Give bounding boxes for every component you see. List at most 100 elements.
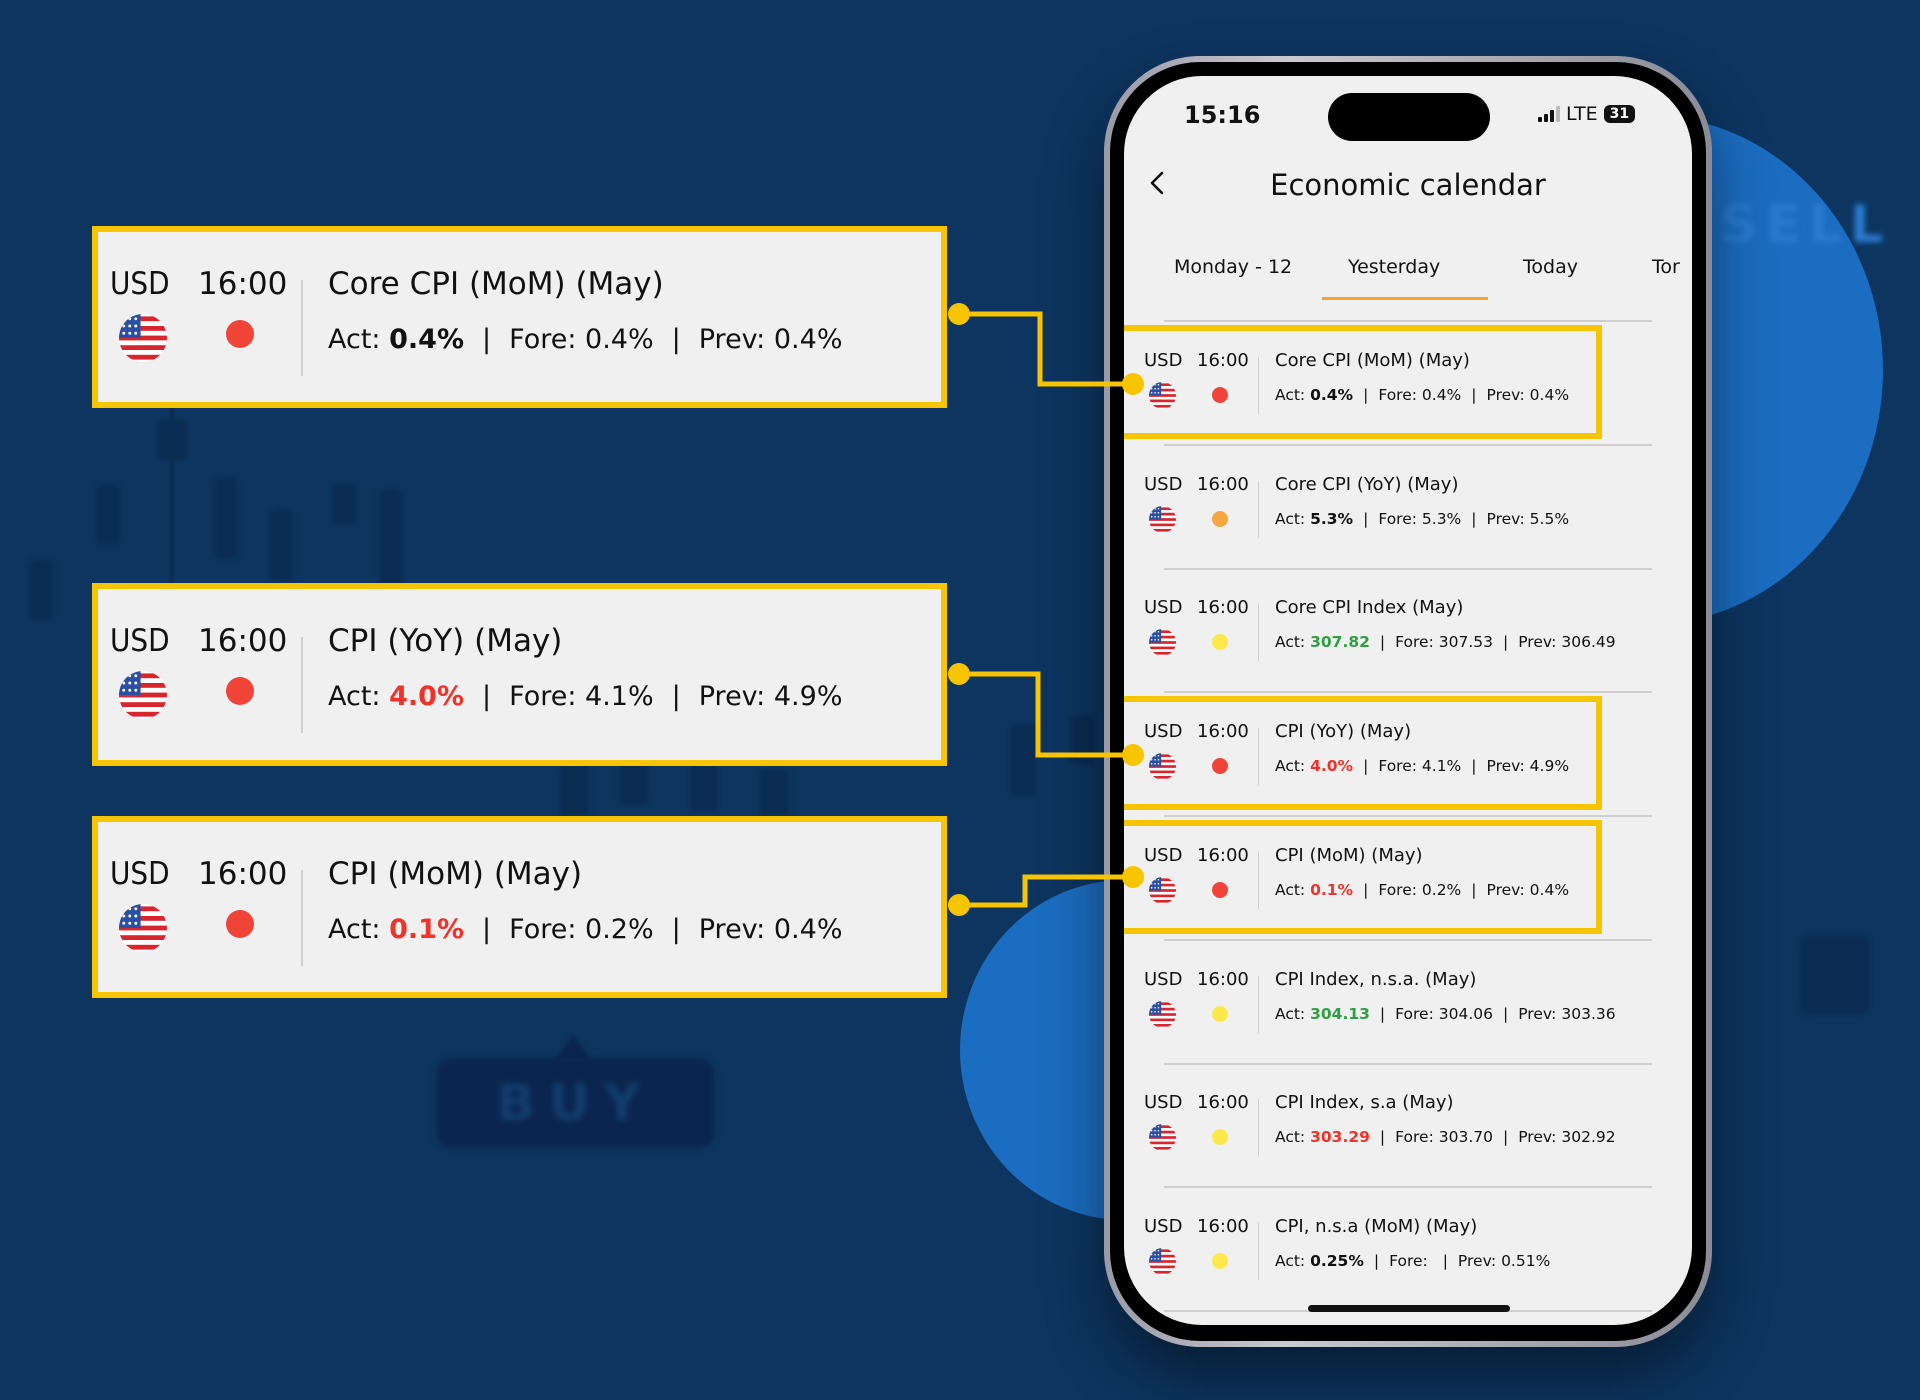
prev-value: 0.4% <box>773 914 843 945</box>
divider: | <box>1363 509 1369 528</box>
active-tab-indicator <box>1322 297 1488 300</box>
event-name: CPI (YoY) (May) <box>1275 721 1412 743</box>
divider <box>301 280 303 376</box>
divider: | <box>1502 633 1509 652</box>
divider <box>1258 975 1259 1033</box>
bg-candle <box>1070 715 1095 765</box>
fore-value: 5.3% <box>1421 509 1462 528</box>
prev-value: 4.9% <box>773 681 843 712</box>
bg-candle <box>760 770 788 815</box>
currency-label: USD <box>1144 350 1183 371</box>
us-flag-icon <box>1149 1124 1176 1152</box>
divider: | <box>1379 1004 1386 1023</box>
dynamic-island <box>1328 93 1490 141</box>
time-label: 16:00 <box>1197 473 1249 495</box>
connector-dot <box>948 303 970 325</box>
currency-label: USD <box>1144 721 1183 743</box>
fore-label: Fore: <box>1395 1128 1434 1147</box>
divider: | <box>1471 880 1477 899</box>
divider: | <box>1363 757 1369 776</box>
prev-label: Prev: <box>698 324 766 355</box>
tab-monday-12[interactable]: Monday - 12 <box>1174 256 1292 278</box>
event-values: Act: 5.3% | Fore: 5.3% | Prev: 5.5% <box>1275 510 1569 528</box>
divider: | <box>1363 880 1369 899</box>
prev-label: Prev: <box>698 681 766 712</box>
impact-high-icon <box>226 677 254 705</box>
event-name: Core CPI Index (May) <box>1275 597 1464 619</box>
bg-candle <box>560 765 588 815</box>
divider <box>1258 1222 1259 1280</box>
fore-label: Fore: <box>1378 757 1417 776</box>
us-flag-icon <box>119 314 167 362</box>
event-row[interactable]: USD 16:00 CPI, n.s.a (MoM) (May) Act: 0.25… <box>1124 1188 1692 1312</box>
prev-label: Prev: <box>1486 757 1525 776</box>
act-value: 0.1% <box>389 914 465 945</box>
event-values: Act: 0.4% | Fore: 0.4% | Prev: 0.4% <box>328 324 842 355</box>
divider: | <box>671 681 681 712</box>
impact-high-icon <box>226 320 254 348</box>
act-label: Act: <box>1275 1004 1306 1023</box>
us-flag-icon <box>1149 1247 1176 1275</box>
divider: | <box>482 914 492 945</box>
tab-yesterday[interactable]: Yesterday <box>1348 256 1440 278</box>
bg-candle <box>620 760 648 805</box>
us-flag-icon <box>1149 876 1176 904</box>
act-label: Act: <box>328 681 381 712</box>
event-name: Core CPI (MoM) (May) <box>1275 350 1470 371</box>
act-label: Act: <box>1275 633 1306 652</box>
event-row[interactable]: USD 16:00 CPI Index, n.s.a. (May) Act: 304… <box>1124 941 1692 1065</box>
event-row[interactable]: USD 16:00 CPI Index, s.a (May) Act: 303.29… <box>1124 1064 1692 1189</box>
event-name: CPI Index, n.s.a. (May) <box>1275 968 1477 990</box>
event-values: Act: 0.1% | Fore: 0.2% | Prev: 0.4% <box>328 914 842 945</box>
fore-value: 4.1% <box>1421 757 1462 776</box>
act-value: 0.25% <box>1310 1251 1364 1270</box>
divider <box>1258 357 1259 414</box>
divider: | <box>482 681 492 712</box>
prev-value: 4.9% <box>1529 757 1570 776</box>
divider: | <box>1502 1004 1509 1023</box>
act-label: Act: <box>1275 1251 1306 1270</box>
prev-label: Prev: <box>1518 633 1557 652</box>
fore-label: Fore: <box>1395 1004 1434 1023</box>
time-label: 16:00 <box>198 623 288 659</box>
impact-low-icon <box>1212 1005 1228 1022</box>
act-value: 303.29 <box>1310 1128 1370 1147</box>
fore-value: 304.06 <box>1438 1004 1493 1023</box>
connector-dot <box>948 663 970 685</box>
highlight-frame <box>1124 325 1602 439</box>
battery-icon: 31 <box>1603 105 1636 123</box>
event-values: Act: 4.0% | Fore: 4.1% | Prev: 4.9% <box>328 681 842 712</box>
act-value: 4.0% <box>1310 757 1354 776</box>
callout-cpi-yoy: USD 16:00 CPI (YoY) (May) Act: 4.0% | Fore… <box>92 583 947 766</box>
event-row[interactable]: USD 16:00 CPI (MoM) (May) Act: 0.1% | Fore: … <box>1124 817 1692 941</box>
event-row[interactable]: USD 16:00 Core CPI Index (May) Act: 307.82… <box>1124 569 1692 694</box>
time-label: 16:00 <box>1197 844 1249 866</box>
network-label: LTE <box>1566 103 1598 125</box>
currency-label: USD <box>1144 1215 1183 1237</box>
divider <box>1258 480 1259 538</box>
bg-candle <box>1010 725 1035 795</box>
fore-value: 0.4% <box>585 324 654 355</box>
event-values: Act: 0.1% | Fore: 0.2% | Prev: 0.4% <box>1275 881 1569 899</box>
divider <box>301 637 303 733</box>
time-label: 16:00 <box>1197 968 1249 990</box>
event-name: CPI (YoY) (May) <box>328 623 563 659</box>
event-row[interactable]: USD 16:00 CPI (YoY) (May) Act: 4.0% | Fore: … <box>1124 693 1692 818</box>
us-flag-icon <box>1149 1000 1176 1028</box>
tab-tomorrow[interactable]: Tor <box>1652 256 1680 278</box>
currency-label: USD <box>1144 968 1183 990</box>
fore-label: Fore: <box>1378 386 1417 404</box>
event-row[interactable]: USD 16:00 Core CPI (MoM) (May) Act: 0.4% | F… <box>1124 322 1692 446</box>
tab-today[interactable]: Today <box>1523 256 1578 278</box>
event-row[interactable]: USD 16:00 Core CPI (YoY) (May) Act: 5.3% | F… <box>1124 446 1692 570</box>
currency-label: USD <box>1144 597 1183 619</box>
event-name: CPI Index, s.a (May) <box>1275 1092 1454 1114</box>
divider: | <box>1502 1128 1509 1147</box>
impact-high-icon <box>226 910 254 938</box>
act-value: 5.3% <box>1310 509 1354 528</box>
divider: | <box>671 324 681 355</box>
home-indicator[interactable] <box>1308 1305 1510 1312</box>
bg-sell-label: SELL <box>1720 195 1892 255</box>
event-name: Core CPI (YoY) (May) <box>1275 473 1459 495</box>
act-label: Act: <box>1275 509 1306 528</box>
